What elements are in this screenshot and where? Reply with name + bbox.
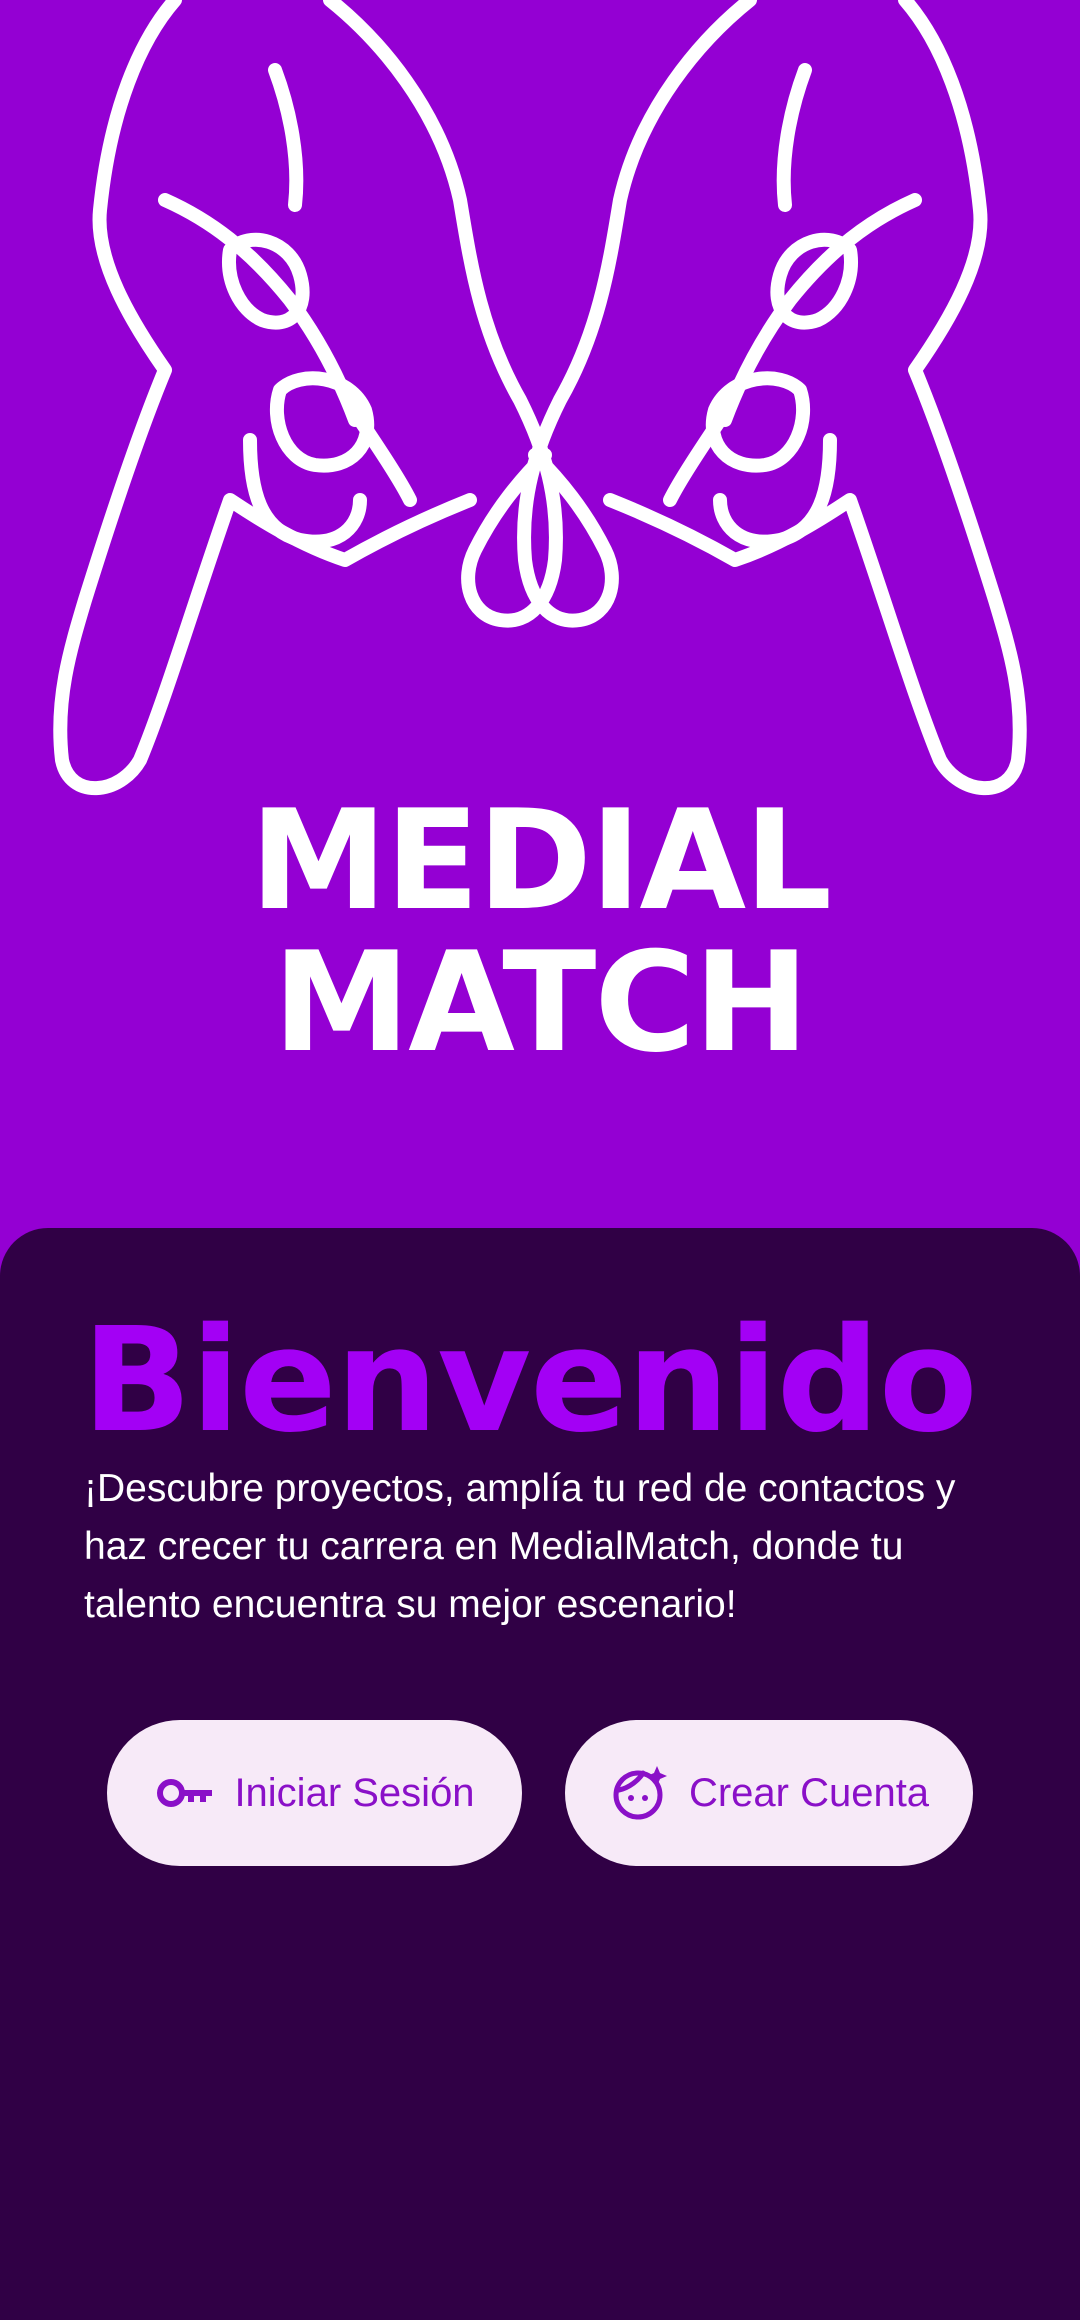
hands-heart-illustration bbox=[53, 0, 1027, 796]
brand-logo-text: MEDIAL MATCH bbox=[0, 790, 1080, 1074]
login-label: Iniciar Sesión bbox=[234, 1770, 475, 1815]
face-sparkle-icon bbox=[609, 1762, 671, 1824]
login-button[interactable]: Iniciar Sesión bbox=[107, 1720, 522, 1866]
brand-line-2: MATCH bbox=[272, 922, 809, 1083]
create-account-label: Crear Cuenta bbox=[688, 1770, 930, 1815]
hero-section: MEDIAL MATCH bbox=[0, 0, 1080, 1240]
create-account-button[interactable]: Crear Cuenta bbox=[565, 1720, 973, 1866]
welcome-description: ¡Descubre proyectos, amplía tu red de co… bbox=[84, 1467, 956, 1626]
brand-line-1: MEDIAL bbox=[249, 780, 832, 941]
key-icon bbox=[154, 1762, 216, 1824]
welcome-title: Bienvenido bbox=[82, 1296, 978, 1464]
